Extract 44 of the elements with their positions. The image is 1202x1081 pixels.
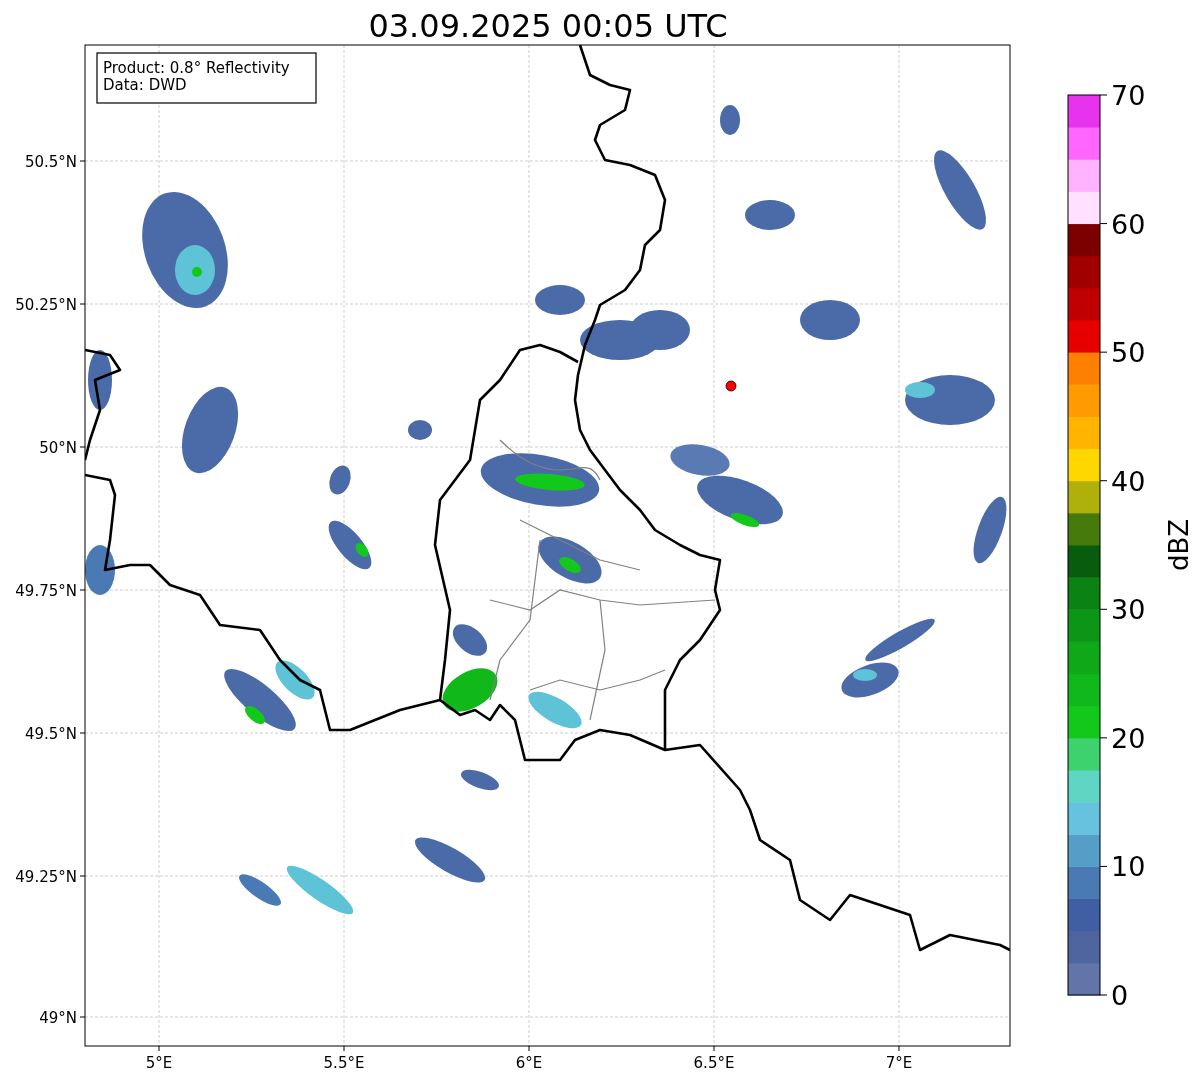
- axis-tick: [1099, 994, 1108, 996]
- colorbar-tick-label: 10: [1111, 851, 1146, 883]
- axis-tick: [79, 589, 86, 591]
- longitude-label: 7°E: [885, 1054, 913, 1072]
- latitude-label: 49°N: [39, 1009, 77, 1027]
- axis-tick: [79, 160, 86, 162]
- axis-tick: [79, 875, 86, 877]
- axis-tick: [1099, 223, 1108, 225]
- colorbar-tick-label: 40: [1111, 465, 1146, 497]
- axis-tick: [79, 732, 86, 734]
- colorbar-tick-label: 60: [1111, 208, 1146, 240]
- colorbar-tick-label: 70: [1111, 80, 1146, 111]
- colorbar-tick-label: 0: [1111, 980, 1129, 1011]
- axis-tick: [158, 1045, 160, 1052]
- colorbar-tick-label: 30: [1111, 594, 1146, 626]
- latitude-label: 50.5°N: [24, 153, 77, 171]
- latitude-label: 50.25°N: [15, 296, 77, 314]
- axis-tick: [343, 1045, 345, 1052]
- latitude-label: 49.25°N: [15, 868, 77, 886]
- longitude-label: 5°E: [145, 1054, 173, 1072]
- axis-tick: [1099, 737, 1108, 739]
- axis-tick: [713, 1045, 715, 1052]
- axis-tick: [898, 1045, 900, 1052]
- axis-tick: [1099, 480, 1108, 482]
- axis-tick: [1099, 351, 1108, 353]
- longitude-label: 5.5°E: [323, 1054, 365, 1072]
- latitude-label: 49.75°N: [15, 582, 77, 600]
- axis-tick: [79, 303, 86, 305]
- colorbar-tick-label: 50: [1111, 337, 1146, 369]
- axis-tick: [79, 1016, 86, 1018]
- axis-tick: [1099, 608, 1108, 610]
- legend-text: Product: 0.8° Reflectivity: [103, 59, 290, 77]
- legend-text: Data: DWD: [103, 76, 187, 94]
- latitude-label: 50°N: [39, 439, 77, 457]
- axis-tick: [1099, 865, 1108, 867]
- colorbar-label: dBZ: [1164, 518, 1194, 572]
- axis-tick: [79, 446, 86, 448]
- colorbar-tick-label: 20: [1111, 722, 1146, 754]
- plot-title: 03.09.2025 00:05 UTC: [368, 7, 728, 45]
- axis-tick: [1099, 94, 1108, 96]
- longitude-label: 6°E: [515, 1054, 543, 1072]
- latitude-label: 49.5°N: [24, 725, 77, 743]
- axis-tick: [528, 1045, 530, 1052]
- longitude-label: 6.5°E: [693, 1054, 735, 1072]
